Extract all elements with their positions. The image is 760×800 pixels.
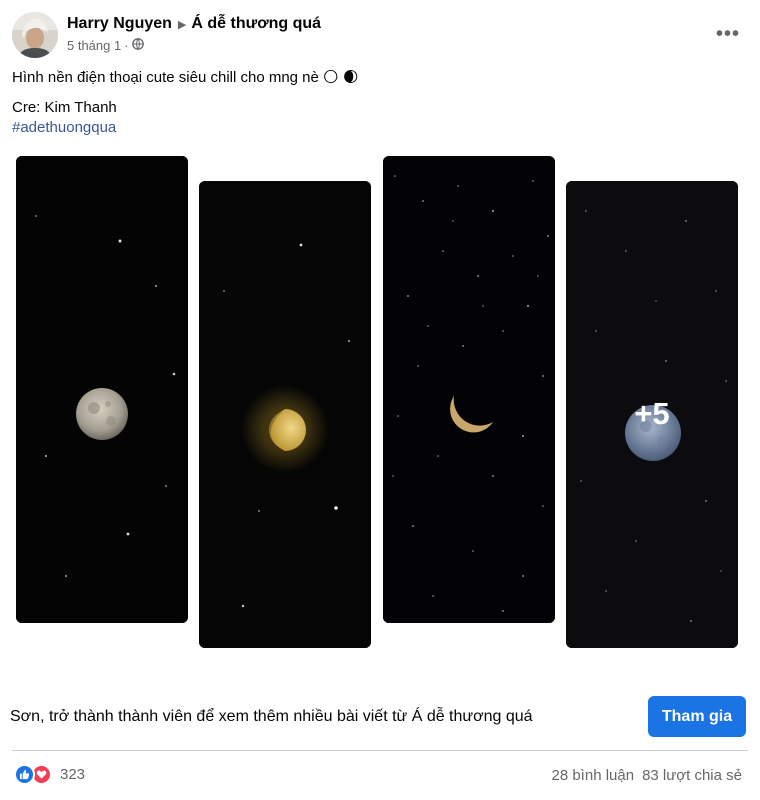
reactions-summary[interactable]: 323 <box>14 764 85 785</box>
share-count-link[interactable]: 83 lượt chia sẻ <box>642 767 742 784</box>
author-avatar[interactable] <box>12 12 58 58</box>
join-prompt-text: Sơn, trở thành thành viên để xem thêm nh… <box>10 708 533 725</box>
divider <box>12 750 748 751</box>
meta-separator: · <box>124 38 129 53</box>
join-group-bar: Sơn, trở thành thành viên để xem thêm nh… <box>0 692 760 742</box>
photo-blue-moon[interactable]: +5 <box>566 181 738 648</box>
post-credit: Cre: Kim Thanh <box>12 99 117 116</box>
comment-count-link[interactable]: 28 bình luận <box>551 767 634 784</box>
post-body: Hình nền điện thoại cute siêu chill cho … <box>12 68 748 138</box>
group-name[interactable]: Á dễ thương quá <box>191 15 321 33</box>
join-group-button[interactable]: Tham gia <box>648 696 746 737</box>
author-line: Harry Nguyen ▶ Á dễ thương quá <box>67 15 321 33</box>
caret-right-icon: ▶ <box>177 18 187 31</box>
like-icon <box>14 764 35 785</box>
post-time[interactable]: 5 tháng 1 <box>67 38 121 53</box>
globe-icon <box>131 38 144 53</box>
more-photos-count: +5 <box>634 395 670 431</box>
post-stats: 28 bình luận 83 lượt chia sẻ <box>551 767 742 784</box>
hashtag-link[interactable]: #adethuongqua <box>12 118 748 138</box>
more-horizontal-icon: ••• <box>715 22 740 45</box>
post-footer: 323 28 bình luận 83 lượt chia sẻ <box>0 758 760 792</box>
author-name[interactable]: Harry Nguyen <box>67 15 172 33</box>
photo-crescent-moon[interactable] <box>383 156 555 623</box>
more-options-button[interactable]: ••• <box>710 16 746 52</box>
photo-half-moon[interactable] <box>199 181 371 648</box>
photo-full-moon[interactable] <box>16 156 188 623</box>
post-caption: Hình nền điện thoại cute siêu chill cho … <box>12 69 359 86</box>
reaction-count: 323 <box>60 766 86 783</box>
post-header: Harry Nguyen ▶ Á dễ thương quá 5 tháng 1… <box>12 12 748 58</box>
post-meta: 5 tháng 1 · <box>67 38 144 53</box>
